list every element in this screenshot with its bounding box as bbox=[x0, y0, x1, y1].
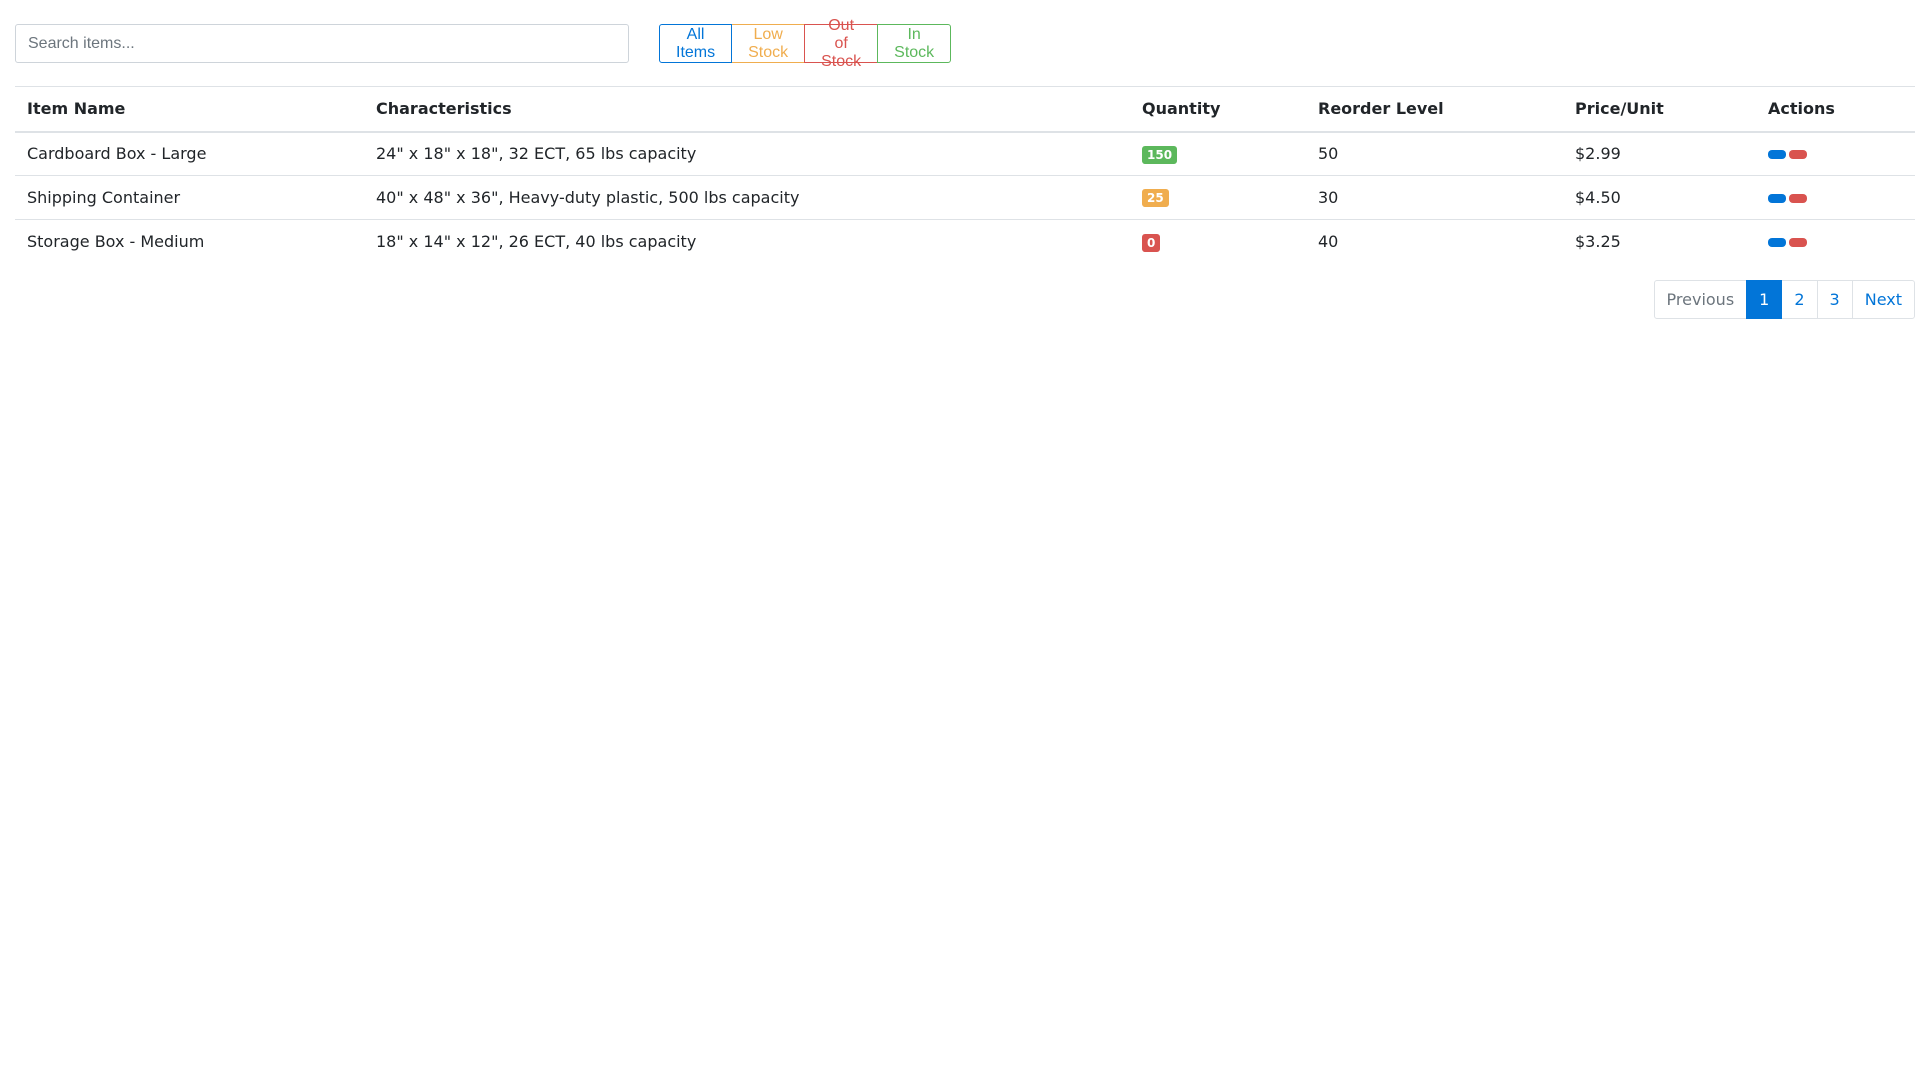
actions-cell bbox=[1756, 220, 1915, 264]
table-header-row: Item Name Characteristics Quantity Reord… bbox=[15, 86, 1915, 133]
column-header-price-unit: Price/Unit bbox=[1563, 86, 1756, 133]
column-header-actions: Actions bbox=[1756, 86, 1915, 133]
inventory-table: Item Name Characteristics Quantity Reord… bbox=[15, 86, 1915, 264]
column-header-item-name: Item Name bbox=[15, 86, 364, 133]
characteristics-cell: 40" x 48" x 36", Heavy-duty plastic, 500… bbox=[364, 175, 1130, 220]
characteristics-cell: 24" x 18" x 18", 32 ECT, 65 lbs capacity bbox=[364, 131, 1130, 176]
quantity-badge: 0 bbox=[1142, 233, 1161, 252]
stock-filter-group: All Items Low Stock Out of Stock In Stoc… bbox=[659, 17, 952, 70]
item-name-cell: Shipping Container bbox=[15, 175, 364, 220]
table-row: Cardboard Box - Large 24" x 18" x 18", 3… bbox=[15, 131, 1915, 176]
price-cell: $2.99 bbox=[1563, 131, 1756, 176]
quantity-cell: 150 bbox=[1130, 131, 1306, 176]
filter-out-of-stock-button[interactable]: Out of Stock bbox=[804, 17, 879, 70]
edit-button[interactable] bbox=[1768, 238, 1786, 248]
price-cell: $3.25 bbox=[1575, 232, 1621, 252]
delete-button[interactable] bbox=[1789, 238, 1807, 248]
quantity-badge: 150 bbox=[1142, 145, 1178, 164]
price-cell: $4.50 bbox=[1563, 175, 1756, 220]
filter-in-stock-button[interactable]: In Stock bbox=[877, 24, 952, 63]
column-header-quantity: Quantity bbox=[1130, 86, 1306, 133]
quantity-badge: 25 bbox=[1142, 189, 1169, 208]
column-header-reorder-level: Reorder Level bbox=[1306, 86, 1563, 133]
reorder-level-cell: 50 bbox=[1306, 131, 1563, 176]
item-name-cell: Storage Box - Medium bbox=[27, 232, 205, 252]
inventory-page: All Items Low Stock Out of Stock In Stoc… bbox=[0, 0, 1920, 1080]
pagination-next-button[interactable]: Next bbox=[1851, 280, 1915, 319]
quantity-cell: 25 bbox=[1130, 175, 1306, 220]
characteristics-cell: 18" x 14" x 12", 26 ECT, 40 lbs capacity bbox=[376, 232, 697, 252]
table-row: Storage Box - Medium 18" x 14" x 12", 26… bbox=[15, 220, 1915, 264]
search-input[interactable] bbox=[15, 24, 629, 63]
actions-cell bbox=[1756, 175, 1915, 220]
pagination-previous-button[interactable]: Previous bbox=[1653, 280, 1748, 319]
edit-button[interactable] bbox=[1768, 194, 1786, 203]
column-header-characteristics: Characteristics bbox=[364, 86, 1130, 133]
delete-button[interactable] bbox=[1789, 194, 1807, 203]
actions-cell bbox=[1756, 131, 1915, 176]
pagination-page-3[interactable]: 3 bbox=[1816, 280, 1853, 319]
delete-button[interactable] bbox=[1789, 150, 1807, 160]
pagination-page-1[interactable]: 1 bbox=[1746, 280, 1783, 319]
reorder-level-cell: 30 bbox=[1306, 175, 1563, 220]
table-row: Shipping Container 40" x 48" x 36", Heav… bbox=[15, 175, 1915, 220]
edit-button[interactable] bbox=[1768, 150, 1786, 160]
inventory-table-container: Item Name Characteristics Quantity Reord… bbox=[15, 86, 1915, 264]
reorder-level-cell: 40 bbox=[1318, 232, 1339, 252]
filter-all-items-button[interactable]: All Items bbox=[659, 24, 733, 63]
filter-low-stock-button[interactable]: Low Stock bbox=[731, 24, 806, 63]
pagination: Previous 1 2 3 Next bbox=[1653, 280, 1915, 319]
item-name-cell: Cardboard Box - Large bbox=[15, 131, 364, 176]
pagination-page-2[interactable]: 2 bbox=[1781, 280, 1818, 319]
quantity-cell: 0 bbox=[1130, 220, 1306, 264]
